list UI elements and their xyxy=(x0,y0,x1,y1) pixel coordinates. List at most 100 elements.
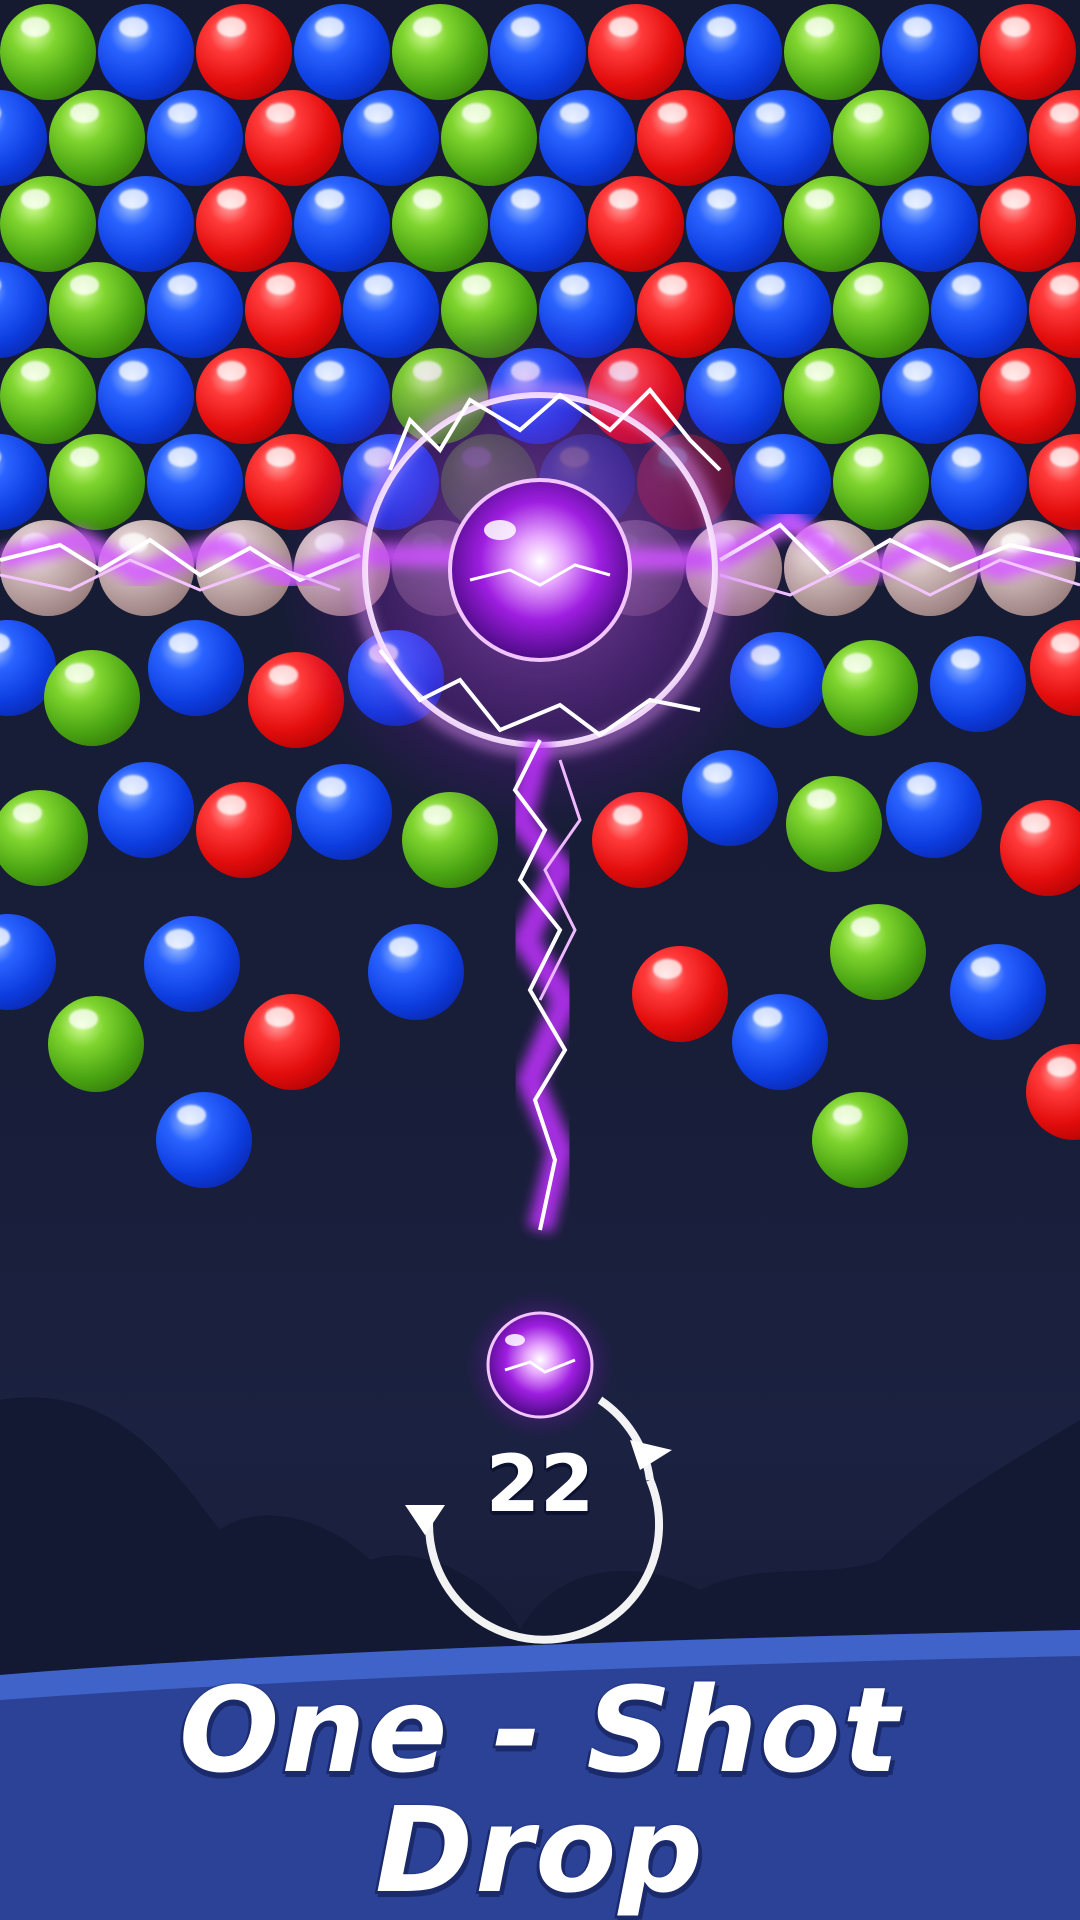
red-bubble xyxy=(196,348,292,444)
blue-bubble xyxy=(539,262,635,358)
bubble-shine xyxy=(1050,447,1079,467)
bubble-shine xyxy=(266,103,295,123)
bubble-shine xyxy=(609,361,638,381)
promo-title: One - Shot Drop xyxy=(0,1670,1080,1910)
bubble-shine xyxy=(805,361,834,381)
blue-bubble xyxy=(343,262,439,358)
stone-bubble xyxy=(490,520,586,616)
bubble-shine xyxy=(0,275,1,295)
green-bubble xyxy=(833,262,929,358)
bubble-shine xyxy=(369,643,398,663)
red-bubble xyxy=(1029,262,1080,358)
red-bubble xyxy=(592,792,688,888)
green-bubble xyxy=(392,176,488,272)
bubble-shine xyxy=(119,189,148,209)
bubble-shine xyxy=(658,275,687,295)
stone-bubble xyxy=(686,520,782,616)
bubble-shine xyxy=(119,17,148,37)
bubble-shine xyxy=(364,447,393,467)
bubble-shine xyxy=(217,17,246,37)
bubble-shine xyxy=(707,17,736,37)
red-bubble xyxy=(588,176,684,272)
green-bubble xyxy=(48,996,144,1092)
bubble-shine xyxy=(613,805,642,825)
bubble-shine xyxy=(807,789,836,809)
bubble-shine xyxy=(119,361,148,381)
bubble-shine xyxy=(756,447,785,467)
green-bubble xyxy=(812,1092,908,1188)
bubble-shine xyxy=(753,1007,782,1027)
bubble-shine xyxy=(315,533,344,553)
red-bubble xyxy=(1000,800,1080,896)
bubble-shine xyxy=(266,275,295,295)
bubble-shine xyxy=(21,361,50,381)
blue-bubble xyxy=(950,944,1046,1040)
blue-bubble xyxy=(368,924,464,1020)
bubble-shine xyxy=(462,447,491,467)
bubble-shine xyxy=(413,189,442,209)
bubble-shine xyxy=(952,447,981,467)
stone-bubble xyxy=(294,520,390,616)
green-bubble xyxy=(786,776,882,872)
bubble-shine xyxy=(1001,189,1030,209)
blue-bubble xyxy=(686,176,782,272)
stone-bubble xyxy=(0,520,96,616)
blue-bubble xyxy=(931,434,1027,530)
blue-bubble xyxy=(539,90,635,186)
red-bubble xyxy=(196,782,292,878)
bubble-shine xyxy=(217,795,246,815)
bubble-shine xyxy=(168,275,197,295)
bubble-shine xyxy=(0,447,1,467)
blue-bubble xyxy=(686,348,782,444)
bubble-shine xyxy=(1001,17,1030,37)
stone-bubble xyxy=(392,520,488,616)
bubble-shine xyxy=(951,649,980,669)
blue-bubble xyxy=(0,90,47,186)
red-bubble xyxy=(1030,620,1080,716)
blue-bubble xyxy=(735,434,831,530)
green-bubble xyxy=(784,348,880,444)
shots-remaining-counter: 22 xyxy=(485,1440,595,1530)
blue-bubble xyxy=(882,4,978,100)
blue-bubble xyxy=(539,434,635,530)
bubble-shine xyxy=(423,805,452,825)
green-bubble xyxy=(833,90,929,186)
bubble-shine xyxy=(21,17,50,37)
red-bubble xyxy=(588,4,684,100)
bubble-shine xyxy=(903,17,932,37)
blue-bubble xyxy=(0,914,56,1010)
bubble-shine xyxy=(462,275,491,295)
green-bubble xyxy=(392,348,488,444)
green-bubble xyxy=(392,4,488,100)
green-bubble xyxy=(44,650,140,746)
bubble-shine xyxy=(1047,1057,1076,1077)
bubble-shine xyxy=(0,633,10,653)
green-bubble xyxy=(441,90,537,186)
blue-bubble xyxy=(144,916,240,1012)
blue-bubble xyxy=(294,176,390,272)
blue-bubble xyxy=(98,4,194,100)
blue-bubble xyxy=(156,1092,252,1188)
game-board[interactable]: 22 One - Shot Drop xyxy=(0,0,1080,1920)
blue-bubble xyxy=(148,620,244,716)
red-bubble xyxy=(196,176,292,272)
stone-bubble xyxy=(882,520,978,616)
bubble-shine xyxy=(1050,103,1079,123)
bubble-shine xyxy=(707,533,736,553)
bubble-shine xyxy=(0,103,1,123)
red-bubble xyxy=(588,348,684,444)
blue-bubble xyxy=(732,994,828,1090)
blue-bubble xyxy=(0,262,47,358)
blue-bubble xyxy=(882,348,978,444)
bubble-shine xyxy=(756,103,785,123)
bubble-shine xyxy=(1001,361,1030,381)
blue-bubble xyxy=(98,348,194,444)
green-bubble xyxy=(784,4,880,100)
blue-bubble xyxy=(490,4,586,100)
bubble-shine xyxy=(511,17,540,37)
stone-bubble xyxy=(98,520,194,616)
bubble-shine xyxy=(707,189,736,209)
bubble-shine xyxy=(364,103,393,123)
red-bubble xyxy=(632,946,728,1042)
bubble-shine xyxy=(903,533,932,553)
